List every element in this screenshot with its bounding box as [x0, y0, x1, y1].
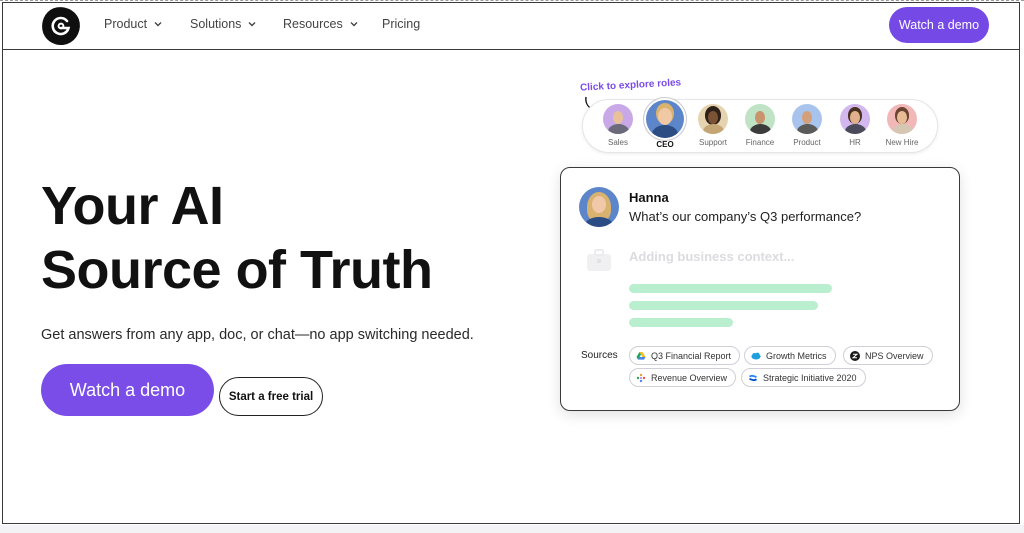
- avatar: [698, 104, 728, 134]
- bottom-strip: [0, 525, 1024, 533]
- source-chip-label: Q3 Financial Report: [651, 350, 732, 361]
- nav-resources[interactable]: Resources: [283, 17, 359, 31]
- source-chip[interactable]: Strategic Initiative 2020: [741, 368, 866, 387]
- role-label: New Hire: [885, 138, 919, 147]
- role-selector: Sales CEO Support Finance Product HR New…: [582, 99, 938, 153]
- avatar: [792, 104, 822, 134]
- chat-question: What’s our company’s Q3 performance?: [629, 209, 862, 224]
- loading-bar: [629, 284, 832, 293]
- zendesk-icon: [850, 350, 860, 361]
- source-chip[interactable]: Revenue Overview: [629, 368, 737, 387]
- avatar: [887, 104, 917, 134]
- hero-subtitle: Get answers from any app, doc, or chat—n…: [41, 327, 474, 343]
- role-sales[interactable]: Sales: [596, 104, 640, 147]
- chevron-down-icon: [248, 22, 256, 27]
- role-finance[interactable]: Finance: [738, 104, 782, 147]
- source-chip[interactable]: Growth Metrics: [744, 346, 836, 365]
- briefcase-icon: [587, 249, 611, 271]
- nav-resources-label: Resources: [283, 17, 343, 31]
- nav-solutions[interactable]: Solutions: [190, 17, 257, 31]
- nav-product[interactable]: Product: [104, 17, 163, 31]
- role-label: Sales: [607, 138, 628, 147]
- top-nav: Product Solutions Resources Pricing Watc…: [3, 3, 1019, 50]
- source-chip-label: Growth Metrics: [766, 350, 827, 361]
- source-chip-label: NPS Overview: [865, 350, 924, 361]
- chevron-down-icon: [154, 22, 162, 27]
- hero-title-line1: Your AI: [41, 176, 224, 236]
- source-chip-label: Revenue Overview: [651, 372, 728, 383]
- role-ceo[interactable]: CEO: [643, 100, 687, 149]
- source-chip[interactable]: NPS Overview: [843, 346, 933, 365]
- avatar: [840, 104, 870, 134]
- nav-pricing-label: Pricing: [382, 17, 421, 31]
- role-label: Finance: [745, 138, 775, 147]
- chat-user-name: Hanna: [629, 190, 669, 205]
- avatar: [745, 104, 775, 134]
- hero-title-line2: Source of Truth: [41, 240, 433, 300]
- role-hr[interactable]: HR: [833, 104, 877, 147]
- role-new-hire[interactable]: New Hire: [880, 104, 924, 147]
- source-chip[interactable]: Q3 Financial Report: [629, 346, 741, 365]
- chat-card: Hanna What’s our company’s Q3 performanc…: [560, 167, 960, 411]
- nav-product-label: Product: [104, 17, 148, 31]
- source-chip-label: Strategic Initiative 2020: [763, 372, 857, 383]
- avatar: [646, 100, 684, 138]
- start-free-trial-button[interactable]: Start a free trial: [219, 377, 323, 416]
- salesforce-icon: [751, 352, 761, 359]
- confluence-icon: [749, 374, 757, 381]
- role-label: Product: [793, 138, 821, 147]
- nav-solutions-label: Solutions: [190, 17, 242, 31]
- nav-pricing[interactable]: Pricing: [382, 17, 420, 31]
- watch-demo-button[interactable]: Watch a demo: [41, 364, 214, 416]
- role-label: Support: [698, 138, 728, 147]
- glean-logo-icon[interactable]: [39, 4, 83, 48]
- avatar: [579, 187, 619, 227]
- avatar: [603, 104, 633, 134]
- role-support[interactable]: Support: [691, 104, 735, 147]
- role-label: HR: [849, 138, 861, 147]
- context-status: Adding business context...: [629, 249, 795, 264]
- google-drive-icon: [636, 351, 646, 360]
- loading-bar: [629, 301, 818, 310]
- hero-title: Your AI Source of Truth: [41, 174, 433, 302]
- role-product[interactable]: Product: [785, 104, 829, 147]
- looker-icon: [636, 373, 646, 382]
- chevron-down-icon: [350, 22, 358, 27]
- loading-bar: [629, 318, 733, 327]
- role-label: CEO: [656, 140, 674, 149]
- sources-label: Sources: [581, 350, 618, 361]
- nav-watch-demo-button[interactable]: Watch a demo: [889, 7, 989, 43]
